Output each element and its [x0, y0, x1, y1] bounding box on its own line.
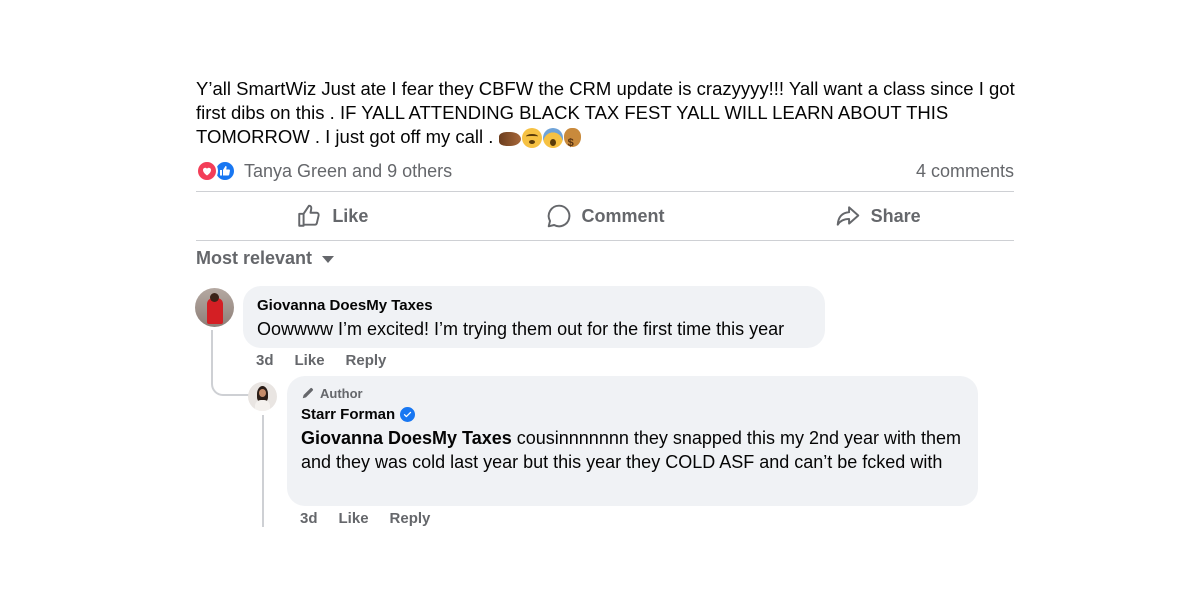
share-icon	[836, 206, 859, 226]
thumbs-up-icon	[298, 204, 320, 227]
thread-line	[262, 415, 264, 527]
comment-text: Giovanna DoesMy Taxes cousinnnnnnn they …	[301, 426, 964, 474]
comment-reply-button[interactable]: Reply	[390, 510, 431, 527]
comment-text: Oowwww I’m excited! I’m trying them out …	[257, 319, 785, 339]
author-badge-label: Author	[320, 385, 363, 401]
reply-author-row: Starr Forman	[301, 405, 964, 424]
comment-label: Comment	[581, 205, 665, 226]
money-bag-icon	[563, 128, 581, 155]
post-body: Y’all SmartWiz Just ate I fear they CBFW…	[196, 78, 1015, 147]
comment-time[interactable]: 3d	[256, 352, 274, 369]
sort-label: Most relevant	[196, 248, 313, 268]
thread-connector	[211, 370, 251, 396]
reactions-summary[interactable]: Tanya Green and 9 others	[244, 161, 452, 182]
like-button[interactable]: Like	[196, 192, 469, 240]
scream-face-icon	[542, 128, 563, 148]
comment-author[interactable]: Starr Forman	[301, 405, 395, 424]
comment-like-button[interactable]: Like	[339, 510, 369, 527]
comment-meta: 3d Like Reply	[256, 352, 386, 369]
comment-author[interactable]: Giovanna DoesMy Taxes	[257, 296, 811, 315]
reply-bubble: Author Starr Forman Giovanna DoesMy Taxe…	[287, 376, 978, 506]
avatar[interactable]	[195, 288, 234, 327]
pencil-icon	[302, 387, 314, 399]
post-actions: Like Comment Share	[196, 192, 1014, 240]
caret-down-icon	[322, 256, 335, 263]
like-label: Like	[332, 205, 369, 226]
comment-like-button[interactable]: Like	[295, 352, 325, 369]
comment-time[interactable]: 3d	[300, 510, 318, 527]
author-badge: Author	[301, 384, 964, 402]
comments-count[interactable]: 4 comments	[916, 161, 1014, 182]
mention-link[interactable]: Giovanna DoesMy Taxes	[301, 428, 512, 448]
reaction-icons[interactable]	[196, 160, 236, 182]
comment-reply-button[interactable]: Reply	[346, 352, 387, 369]
verified-badge-icon	[400, 407, 416, 422]
comment-bubble: Giovanna DoesMy Taxes Oowwww I’m excited…	[243, 286, 825, 348]
comment-button[interactable]: Comment	[469, 192, 742, 240]
comment-sort-dropdown[interactable]: Most relevant	[196, 248, 335, 269]
comment-icon	[547, 204, 570, 228]
hand-icon	[498, 132, 521, 146]
thread-line	[211, 330, 213, 372]
comment-meta: 3d Like Reply	[300, 510, 430, 527]
post-text: Y’all SmartWiz Just ate I fear they CBFW…	[196, 77, 1026, 155]
divider	[196, 240, 1014, 241]
avatar[interactable]	[248, 382, 277, 411]
post-emojis	[498, 128, 581, 155]
steaming-face-icon	[521, 128, 542, 148]
reactions-row: Tanya Green and 9 others 4 comments	[196, 158, 1014, 184]
share-label: Share	[870, 205, 921, 226]
share-button[interactable]: Share	[741, 192, 1014, 240]
heart-icon	[196, 160, 218, 182]
